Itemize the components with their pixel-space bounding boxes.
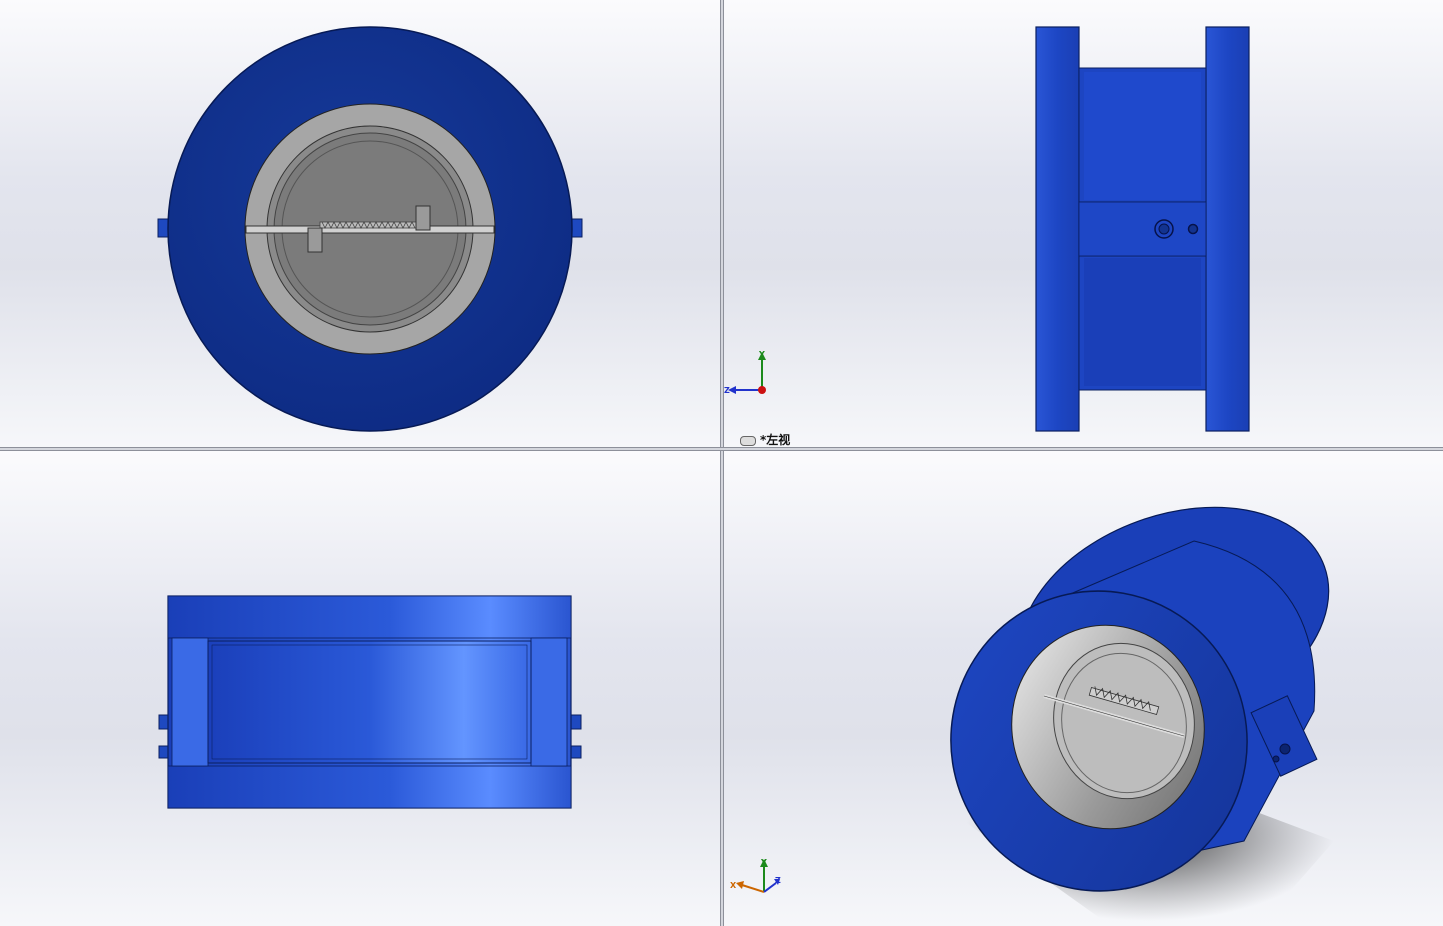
right-flange	[1205, 26, 1250, 432]
port-small	[1187, 223, 1199, 235]
top-view-viewport[interactable]	[0, 451, 720, 926]
hinge-block-right	[415, 205, 431, 231]
viewport-divider-horizontal[interactable]	[0, 447, 1443, 451]
front-view-model	[157, 26, 583, 432]
isometric-view-viewport[interactable]: Y X Z	[724, 451, 1443, 926]
hinge-block-left	[307, 227, 323, 253]
coordinate-triad-icon	[736, 859, 780, 893]
svg-text:X: X	[730, 881, 737, 890]
svg-text:Z: Z	[724, 386, 730, 395]
isometric-view-model: Y X Z	[730, 506, 1334, 921]
svg-text:Z: Z	[775, 876, 781, 885]
svg-text:Y: Y	[760, 858, 767, 867]
left-view-model: Y Z	[724, 26, 1250, 432]
top-view-model	[158, 595, 582, 809]
view-label: *左视	[740, 431, 790, 447]
link-icon	[740, 435, 756, 446]
left-view-viewport[interactable]: Y Z *左视	[724, 0, 1443, 447]
left-flange	[1035, 26, 1080, 432]
svg-text:Y: Y	[758, 350, 765, 359]
front-view-viewport[interactable]	[0, 0, 720, 447]
viewport-divider-vertical[interactable]	[720, 0, 724, 926]
